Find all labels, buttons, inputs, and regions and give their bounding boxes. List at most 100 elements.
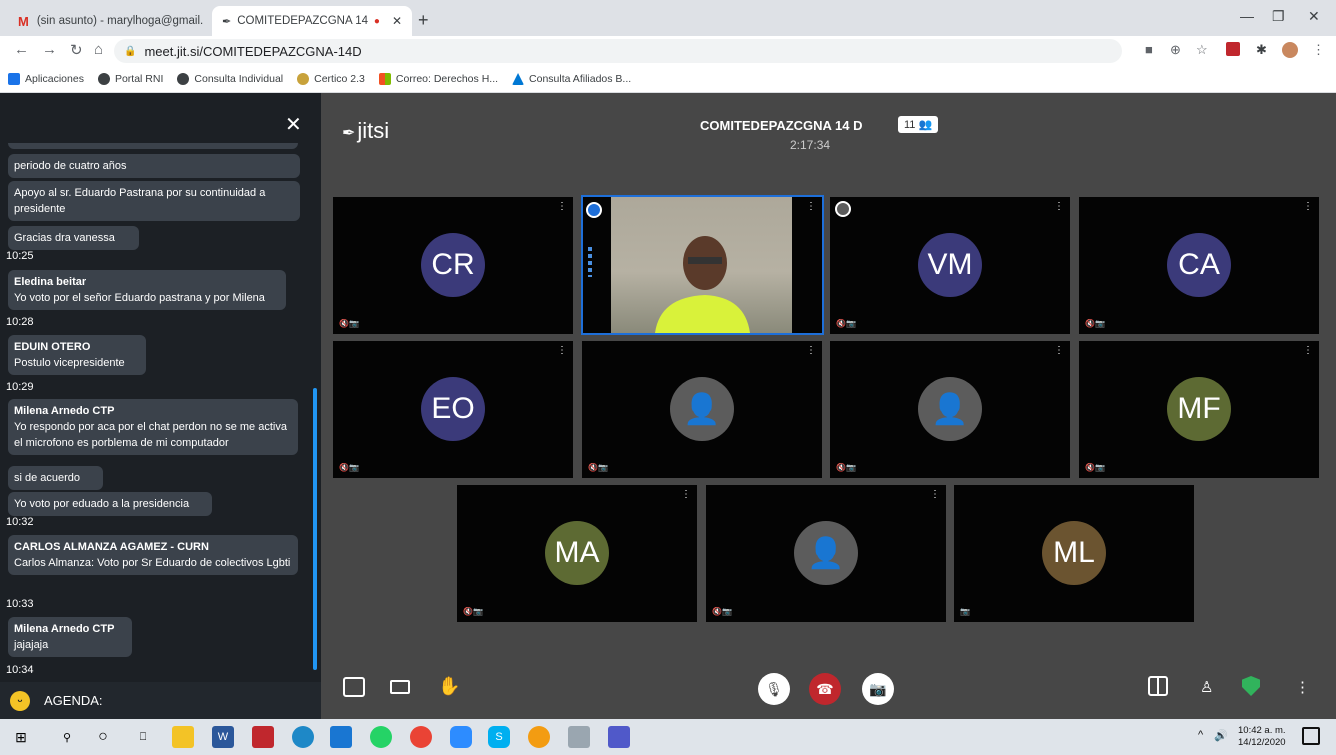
audio-level-icon xyxy=(588,247,592,277)
close-chat-icon[interactable]: ✕ xyxy=(285,112,302,137)
screenshare-icon[interactable] xyxy=(390,680,410,694)
bookmark-label: Portal RNI xyxy=(114,73,164,85)
camera-indicator-icon[interactable]: ■ xyxy=(1145,42,1153,57)
more-options-icon[interactable]: ⋮ xyxy=(806,345,816,356)
pdf-extension-icon[interactable] xyxy=(1226,42,1240,56)
room-name: COMITEDEPAZCGNA 14 D xyxy=(700,118,863,133)
search-icon[interactable]: ⚲ xyxy=(56,726,78,748)
close-window-icon[interactable]: ✕ xyxy=(1308,8,1320,25)
chat-toggle-icon[interactable] xyxy=(343,677,365,697)
paint-icon[interactable] xyxy=(568,726,590,748)
bookmark-consulta-afiliados[interactable]: Consulta Afiliados B... xyxy=(512,73,631,85)
hangup-button[interactable]: ☎ xyxy=(809,673,841,705)
more-options-icon[interactable]: ⋮ xyxy=(557,345,567,356)
taskbar-clock[interactable]: 10:42 a. m. 14/12/2020 xyxy=(1238,725,1286,749)
bookmark-certico[interactable]: Certico 2.3 xyxy=(297,73,365,85)
task-view-icon[interactable]: ⎕ xyxy=(132,726,154,748)
extensions-icon[interactable]: ✱ xyxy=(1256,42,1267,58)
participant-tile[interactable]: EO ⋮ 🔇📷 xyxy=(333,341,573,478)
notifications-icon[interactable] xyxy=(1302,727,1320,745)
new-tab-icon[interactable]: + xyxy=(418,10,429,31)
participant-tile[interactable]: MF ⋮ 🔇📷 xyxy=(1079,341,1319,478)
participant-tile[interactable]: 👤 ⋮ 🔇📷 xyxy=(582,341,822,478)
lock-icon: 🔒 xyxy=(124,45,137,57)
more-options-icon[interactable]: ⋮ xyxy=(1054,345,1064,356)
restore-icon[interactable]: ❐ xyxy=(1272,8,1285,25)
more-options-icon[interactable]: ⋮ xyxy=(1303,345,1313,356)
message-time: 10:25 xyxy=(6,250,34,262)
more-options-icon[interactable]: ⋮ xyxy=(1303,201,1313,212)
chat-input[interactable]: ᵕ AGENDA: xyxy=(0,682,321,719)
raise-hand-icon[interactable]: ✋ xyxy=(438,676,460,697)
more-options-icon[interactable]: ⋮ xyxy=(1054,201,1064,212)
volume-icon[interactable]: 🔊 xyxy=(1214,729,1228,742)
muted-icon: 🔇📷 xyxy=(588,463,608,472)
back-icon[interactable]: ← xyxy=(14,41,29,58)
menu-icon[interactable]: ⋮ xyxy=(1312,42,1325,58)
more-options-icon[interactable]: ⋮ xyxy=(930,489,940,500)
emoji-icon[interactable]: ᵕ xyxy=(10,690,30,711)
settings-app-icon[interactable] xyxy=(528,726,550,748)
teams-icon[interactable] xyxy=(608,726,630,748)
clock-time: 10:42 a. m. xyxy=(1238,725,1286,736)
zoom-icon[interactable]: ⊕ xyxy=(1170,42,1181,58)
dominant-speaker-icon xyxy=(586,202,602,218)
muted-icon: 🔇📷 xyxy=(836,463,856,472)
participant-tile[interactable]: MA ⋮ 🔇📷 xyxy=(457,485,697,622)
invite-icon[interactable]: ♙ xyxy=(1200,678,1213,696)
file-explorer-icon[interactable] xyxy=(172,726,194,748)
participant-count: 11 xyxy=(904,119,916,131)
more-options-icon[interactable]: ⋮ xyxy=(681,489,691,500)
message-sender: Eledina beitar xyxy=(14,276,87,288)
minimize-icon[interactable]: — xyxy=(1240,8,1254,24)
bookmark-portal-rni[interactable]: Portal RNI xyxy=(97,73,164,85)
participant-tile[interactable]: 👤 ⋮ 🔇📷 xyxy=(830,341,1070,478)
participant-tile[interactable]: 👤 ⋮ 🔇📷 xyxy=(706,485,946,622)
tab-jitsi[interactable]: ✒ COMITEDEPAZCGNA 14 D | ● ✕ xyxy=(212,6,412,36)
tile-view-icon[interactable] xyxy=(1148,676,1168,696)
zoom-app-icon[interactable] xyxy=(450,726,472,748)
microphone-button[interactable]: 🎙 xyxy=(758,673,790,705)
close-tab-icon[interactable]: ✕ xyxy=(392,14,402,28)
chat-message-clipped xyxy=(8,143,298,149)
participant-tile[interactable]: VM ⋮ 🔇📷 xyxy=(830,197,1070,334)
message-time: 10:29 xyxy=(6,381,34,393)
tab-gmail[interactable]: M (sin asunto) - marylhoga@gmail. ✕ xyxy=(8,6,232,36)
bookmark-consulta-individual[interactable]: Consulta Individual xyxy=(177,73,283,85)
home-icon[interactable]: ⌂ xyxy=(94,41,103,58)
cortana-icon[interactable]: ○ xyxy=(92,726,114,748)
participant-tile[interactable]: CA ⋮ 🔇📷 xyxy=(1079,197,1319,334)
camera-button[interactable]: 📷 xyxy=(862,673,894,705)
forward-icon[interactable]: → xyxy=(42,41,57,58)
edge-icon[interactable] xyxy=(292,726,314,748)
participant-tile[interactable]: CR ⋮ 🔇📷 xyxy=(333,197,573,334)
chat-scrollbar[interactable] xyxy=(313,388,317,670)
more-options-icon[interactable]: ⋮ xyxy=(557,201,567,212)
more-actions-icon[interactable]: ⋮ xyxy=(1295,678,1310,696)
message-sender: Milena Arnedo CTP xyxy=(14,405,115,417)
star-icon[interactable]: ☆ xyxy=(1196,42,1208,58)
address-bar[interactable]: 🔒 meet.jit.si/COMITEDEPAZCGNA-14D xyxy=(114,39,1122,63)
reload-icon[interactable]: ↻ xyxy=(70,41,83,59)
chat-message: Gracias dra vanessa xyxy=(8,226,139,250)
bookmark-correo[interactable]: Correo: Derechos H... xyxy=(378,73,498,85)
skype-icon[interactable]: S xyxy=(488,726,510,748)
windows-start-icon[interactable]: ⊞ xyxy=(10,726,32,748)
acrobat-icon[interactable] xyxy=(252,726,274,748)
chrome-icon[interactable] xyxy=(410,726,432,748)
avatar: MA xyxy=(545,521,609,585)
camera-off-icon: 📷 xyxy=(960,607,970,616)
tray-chevron-icon[interactable]: ^ xyxy=(1198,729,1203,741)
word-icon[interactable]: W xyxy=(212,726,234,748)
more-options-icon[interactable]: ⋮ xyxy=(806,201,816,212)
participant-count-badge[interactable]: 11 👥 xyxy=(898,116,939,133)
bookmark-aplicaciones[interactable]: Aplicaciones xyxy=(8,73,84,85)
muted-icon: 🔇📷 xyxy=(339,463,359,472)
participant-tile[interactable]: ML 📷 xyxy=(954,485,1194,622)
message-time: 10:33 xyxy=(6,598,34,610)
message-text: periodo de cuatro años xyxy=(14,160,127,172)
profile-avatar[interactable] xyxy=(1282,42,1298,58)
whatsapp-icon[interactable] xyxy=(370,726,392,748)
chat-input-text: AGENDA: xyxy=(44,693,103,708)
calculator-icon[interactable] xyxy=(330,726,352,748)
